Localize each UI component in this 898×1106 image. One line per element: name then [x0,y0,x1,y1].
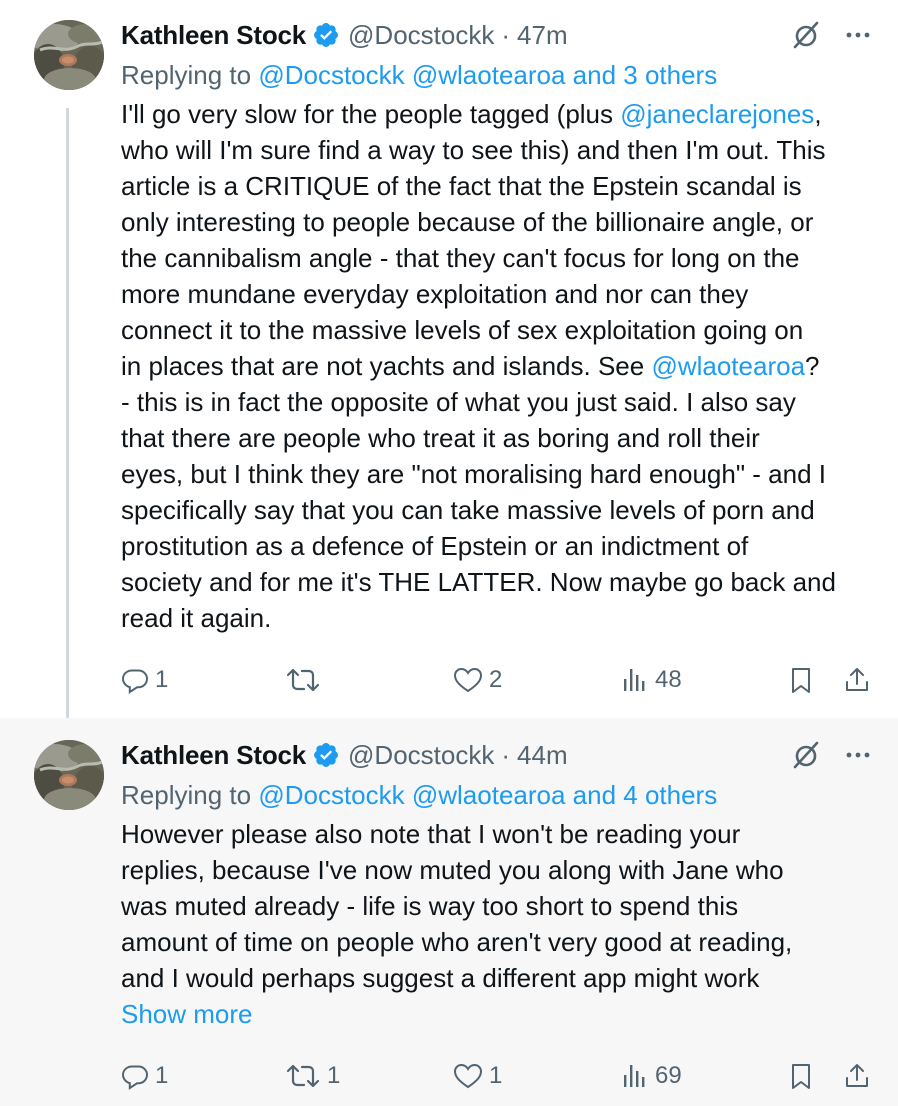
replying-to-mentions[interactable]: @Docstockk @wlaotearoa and 3 others [258,60,717,90]
replying-to: Replying to @Docstockk @wlaotearoa and 3… [121,56,876,94]
like-icon [453,666,483,694]
replying-to-label: Replying to [121,60,252,90]
bookmark-icon [787,1062,815,1090]
reply-icon [121,1062,149,1090]
views-button[interactable]: 48 [621,662,682,698]
verified-badge-icon[interactable] [312,741,340,769]
like-icon [453,1062,483,1090]
tweet-header: Kathleen Stock @Docstockk · 44m [121,736,876,774]
replying-to: Replying to @Docstockk @wlaotearoa and 4… [121,776,876,814]
tweet-text-line: and I would perhaps suggest a different … [121,963,760,993]
tweet-text-line: was muted already - life is way too shor… [121,891,739,921]
tweet-text-line: that there are people who treat it as bo… [121,423,760,453]
author-name[interactable]: Kathleen Stock [121,20,306,51]
like-count: 2 [489,666,503,693]
mute-icon[interactable] [790,739,822,771]
tweet-text-line: article is a CRITIQUE of the fact that t… [121,171,802,201]
tweet-text-line: society and for me it's THE LATTER. Now … [121,567,836,597]
views-count: 48 [655,666,682,693]
text-segment: in places that are not yachts and island… [121,351,652,381]
tweet-text-line: in places that are not yachts and island… [121,348,871,384]
tweet-text-line: connect it to the massive levels of sex … [121,315,804,345]
author-handle[interactable]: @Docstockk [348,20,494,51]
avatar[interactable] [34,740,104,810]
separator-dot: · [501,19,511,50]
reply-icon [121,666,149,694]
timestamp[interactable]: 44m [517,740,568,771]
tweet-text-line: who will I'm sure find a way to see this… [121,135,826,165]
replying-to-mentions[interactable]: @Docstockk @wlaotearoa and 4 others [258,780,717,810]
reply-count: 1 [155,1062,169,1089]
action-bar: 1 1 1 69 [121,1058,881,1094]
show-more-link[interactable]: Show more [121,996,871,1032]
mention-link[interactable]: @wlaotearoa [651,351,805,381]
timestamp[interactable]: 47m [517,20,568,51]
action-bar: 1 2 48 [121,662,881,698]
tweet-text-line: the cannibalism angle - that they can't … [121,243,800,273]
share-button[interactable] [843,662,871,698]
author-handle[interactable]: @Docstockk [348,740,494,771]
author-name[interactable]: Kathleen Stock [121,740,306,771]
tweet-header: Kathleen Stock @Docstockk · 47m [121,16,876,54]
like-button[interactable]: 1 [453,1058,502,1094]
reply-count: 1 [155,666,169,693]
retweet-button[interactable]: 1 [285,1058,340,1094]
views-button[interactable]: 69 [621,1058,682,1094]
retweet-count: 1 [327,1062,341,1089]
tweet-text-line: I'll go very slow for the people tagged … [121,96,871,132]
bookmark-icon [787,666,815,694]
tweet-text-line: eyes, but I think they are "not moralisi… [121,459,826,489]
views-count: 69 [655,1062,682,1089]
text-segment: I'll go very slow for the people tagged … [121,99,621,129]
share-button[interactable] [843,1058,871,1094]
share-icon [843,1062,871,1090]
tweet-text-line: only interesting to people because of th… [121,207,814,237]
tweet[interactable]: Kathleen Stock @Docstockk · 44m Replying… [0,718,898,1106]
reply-button[interactable]: 1 [121,662,168,698]
tweet-text-line: replies, because I've now muted you alon… [121,855,784,885]
replying-to-label: Replying to [121,780,252,810]
retweet-icon [285,1062,321,1090]
share-icon [843,666,871,694]
bookmark-button[interactable] [787,662,815,698]
tweet-text-line: read it again. [121,603,272,633]
more-options-icon[interactable] [844,21,872,49]
tweet-text-line: - this is in fact the opposite of what y… [121,387,796,417]
reply-button[interactable]: 1 [121,1058,168,1094]
more-options-icon[interactable] [844,741,872,769]
verified-badge-icon[interactable] [312,21,340,49]
tweet[interactable]: Kathleen Stock @Docstockk · 47m Replying… [0,0,898,718]
tweet-text-line: However please also note that I won't be… [121,819,741,849]
tweet-text-line: more mundane everyday exploitation and n… [121,279,749,309]
retweet-icon [285,666,321,694]
like-count: 1 [489,1062,503,1089]
text-segment: ? [805,351,820,381]
tweet-text-line: amount of time on people who aren't very… [121,927,793,957]
tweet-text-line: prostitution as a defence of Epstein or … [121,531,749,561]
bookmark-button[interactable] [787,1058,815,1094]
tweet-text: However please also note that I won't be… [121,816,871,1032]
mute-icon[interactable] [790,19,822,51]
retweet-button[interactable] [285,662,327,698]
tweet-text: I'll go very slow for the people tagged … [121,96,871,636]
tweet-text-line: specifically say that you can take massi… [121,495,815,525]
avatar[interactable] [34,20,104,90]
text-segment: , [814,99,822,129]
views-icon [621,666,649,694]
thread-connector-line [66,108,69,718]
like-button[interactable]: 2 [453,662,502,698]
mention-link[interactable]: @janeclarejones [620,99,814,129]
views-icon [621,1062,649,1090]
separator-dot: · [501,739,511,770]
